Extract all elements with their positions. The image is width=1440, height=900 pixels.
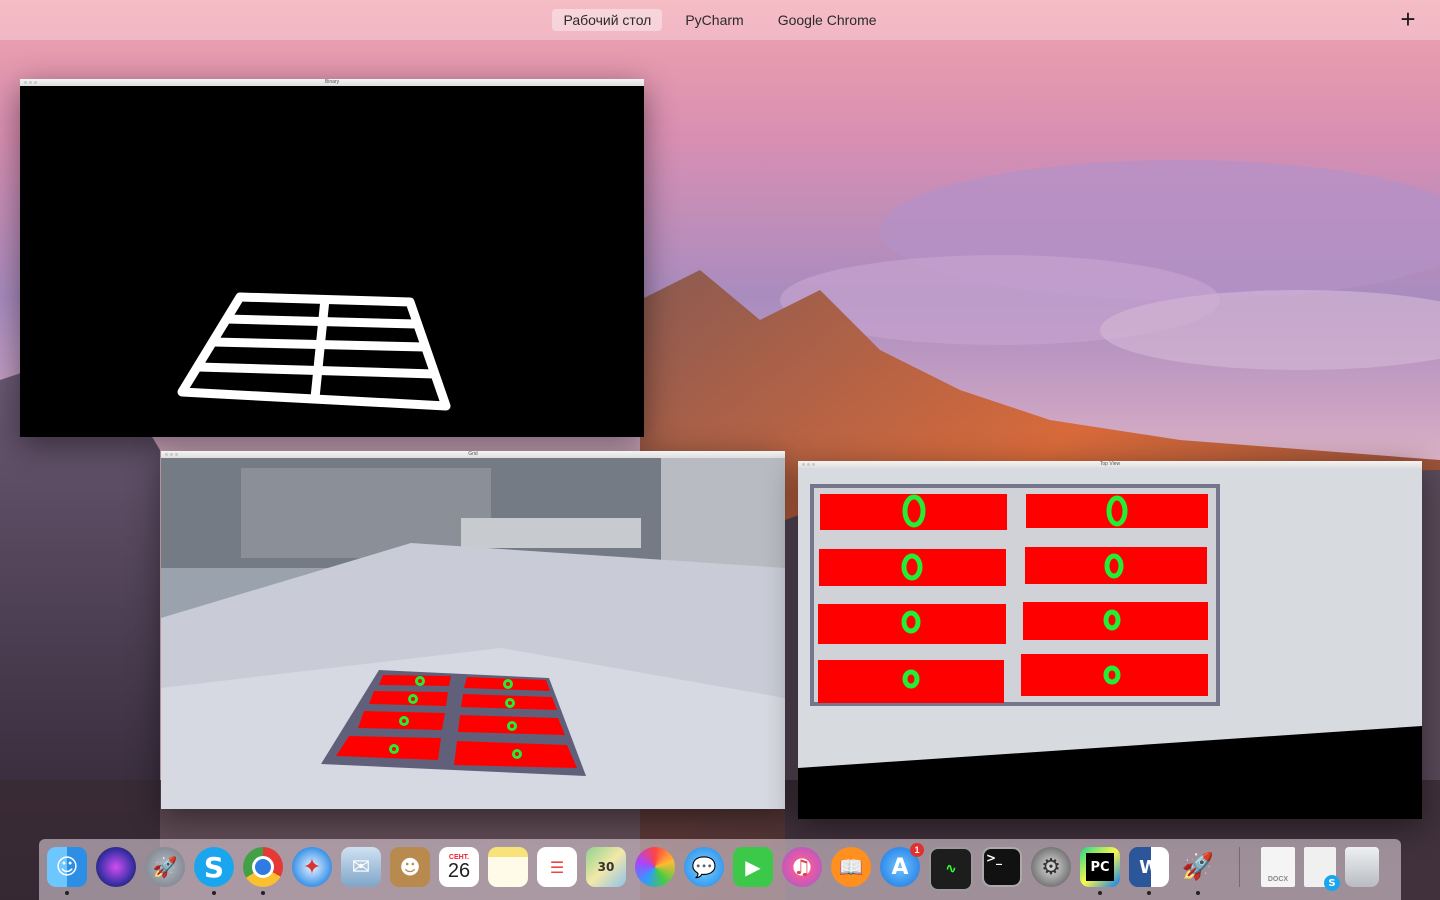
trash-icon[interactable] <box>1345 847 1379 887</box>
calendar-icon[interactable]: СЕНТ. 26 <box>439 847 479 887</box>
chrome-icon[interactable] <box>243 847 283 895</box>
window-title: Binary <box>324 79 340 85</box>
space-desktop[interactable]: Рабочий стол <box>552 9 663 31</box>
app-store-icon[interactable]: A1 <box>880 843 924 887</box>
window-titlebar[interactable]: Top View <box>798 461 1422 468</box>
mail-icon[interactable]: ✉ <box>341 847 381 887</box>
binary-window[interactable]: Binary <box>20 79 644 437</box>
siri-icon[interactable] <box>96 847 136 887</box>
messages-icon[interactable]: 💬 <box>684 847 724 887</box>
downloads-stack-icon[interactable]: S <box>1304 847 1340 891</box>
facetime-icon[interactable]: ▶ <box>733 847 773 887</box>
finder-icon[interactable]: ☺ <box>47 847 87 895</box>
space-pycharm[interactable]: PyCharm <box>674 9 754 31</box>
activity-monitor-icon[interactable]: ∿ <box>929 847 973 891</box>
word-icon[interactable]: W <box>1129 847 1169 895</box>
app-store-badge: 1 <box>910 843 924 857</box>
binary-mask-image <box>20 86 644 437</box>
itunes-icon[interactable]: ♫ <box>782 847 822 887</box>
docx-file-label: DOCX <box>1267 876 1289 883</box>
launchpad-icon[interactable]: 🚀 <box>145 847 185 887</box>
window-titlebar[interactable]: Grid <box>161 451 785 458</box>
space-google-chrome[interactable]: Google Chrome <box>767 9 888 31</box>
terminal-icon[interactable]: >_ <box>982 847 1022 887</box>
camera-frame-image <box>161 458 785 809</box>
window-title: Top View <box>1099 461 1121 467</box>
window-title: Grid <box>468 451 478 457</box>
safari-icon[interactable]: ✦ <box>292 847 332 887</box>
dock-separator <box>1239 847 1240 887</box>
maps-icon[interactable]: 30 <box>586 847 626 887</box>
photos-icon[interactable] <box>635 847 675 887</box>
dock: ☺ 🚀 S ✦ ✉ ☻ СЕНТ. 26 ☰ 30 💬 ▶ ♫ 📖 A1 ∿ >… <box>39 839 1401 900</box>
system-preferences-icon[interactable]: ⚙ <box>1031 847 1071 887</box>
reminders-icon[interactable]: ☰ <box>537 847 577 887</box>
pycharm-icon[interactable]: PC <box>1080 847 1120 895</box>
top-view-window[interactable]: Top View <box>798 461 1422 819</box>
top-view-image <box>798 468 1422 819</box>
notes-icon[interactable] <box>488 847 528 887</box>
window-titlebar[interactable]: Binary <box>20 79 644 86</box>
contacts-icon[interactable]: ☻ <box>390 847 430 887</box>
skype-icon[interactable]: S <box>194 847 234 895</box>
docx-file-icon[interactable]: DOCX <box>1261 847 1295 887</box>
rocket-icon[interactable]: 🚀 <box>1178 847 1218 895</box>
camera-window[interactable]: Grid <box>161 451 785 809</box>
calendar-day: 26 <box>447 859 471 882</box>
dock-apps: ☺ 🚀 S ✦ ✉ ☻ СЕНТ. 26 ☰ 30 💬 ▶ ♫ 📖 A1 ∿ >… <box>47 843 1379 895</box>
add-space-button[interactable]: + <box>1396 6 1420 32</box>
ibooks-icon[interactable]: 📖 <box>831 847 871 887</box>
spaces-list: Рабочий стол PyCharm Google Chrome <box>0 9 1440 31</box>
mission-control-bar: Рабочий стол PyCharm Google Chrome + <box>0 0 1440 40</box>
